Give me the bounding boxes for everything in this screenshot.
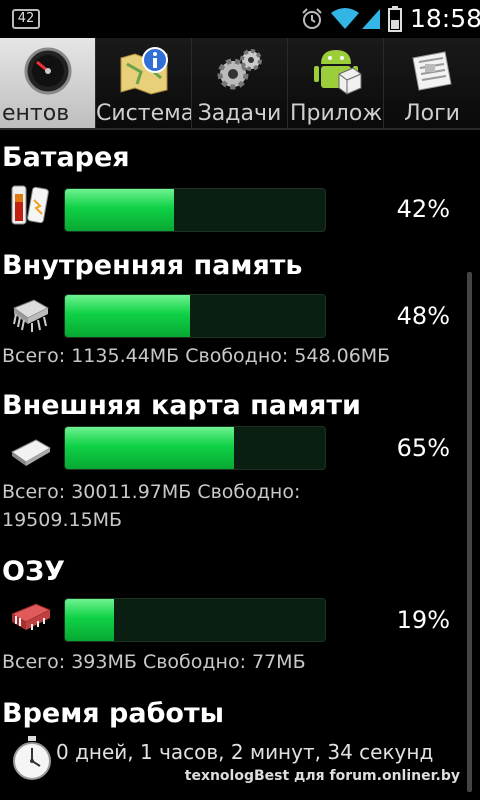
tab-label: Логи	[404, 101, 460, 126]
tab-label: ентов	[2, 101, 70, 126]
uptime-value: 0 дней, 1 часов, 2 минут, 34 секунд	[56, 740, 434, 764]
section-title: Внутренняя память	[2, 250, 303, 281]
external-card-bar	[64, 426, 326, 470]
signal-icon	[362, 9, 380, 29]
notification-badge[interactable]: 42	[12, 9, 40, 29]
ram-fill	[65, 599, 115, 641]
tab-tasks[interactable]: Задачи	[192, 38, 288, 128]
scrollbar[interactable]	[467, 272, 472, 792]
speedometer-icon	[24, 47, 71, 95]
ram-module-icon	[10, 603, 52, 630]
ram-percent: 19%	[396, 606, 450, 634]
android-icon	[313, 50, 361, 95]
tab-apps[interactable]: Прилож	[288, 38, 384, 128]
tab-system[interactable]: Система	[96, 38, 192, 128]
ram-bar	[64, 598, 326, 642]
internal-memory-section: Внутренняя память 48% Всего: 1135.44МБ С…	[0, 250, 472, 370]
ram-section: ОЗУ 19% Всего: 393МБ Свободно: 77МБ	[0, 556, 472, 676]
map-info-icon	[120, 47, 168, 95]
tab-label: Система	[96, 101, 192, 126]
tab-label: Задачи	[197, 101, 282, 126]
section-title: Батарея	[2, 142, 130, 173]
external-card-detail-line1: Всего: 30011.97МБ Свободно:	[2, 481, 301, 503]
clock: 18:58	[410, 4, 480, 33]
battery-level-bar	[64, 188, 326, 232]
tab-label: Прилож	[290, 101, 383, 126]
sd-card-icon	[11, 439, 51, 466]
battery-percent: 42%	[396, 195, 450, 223]
internal-memory-percent: 48%	[396, 302, 450, 330]
external-card-section: Внешняя карта памяти 65% Всего: 30011.97…	[0, 390, 472, 540]
section-title: ОЗУ	[2, 556, 65, 587]
external-card-detail-line2: 19509.15МБ	[2, 509, 123, 531]
external-card-fill	[65, 427, 234, 469]
battery-status-icon	[388, 6, 402, 32]
tab-components[interactable]: ентов	[0, 38, 96, 128]
alarm-icon	[302, 8, 322, 29]
tab-bar: ентов Система Задачи Прилож Логи	[0, 38, 480, 130]
newspaper-icon	[412, 51, 452, 91]
internal-memory-bar	[64, 294, 326, 338]
gears-icon	[217, 49, 262, 90]
status-bar: 42 18:58	[0, 0, 480, 38]
section-title: Внешняя карта памяти	[2, 390, 361, 421]
internal-memory-detail: Всего: 1135.44МБ Свободно: 548.06МБ	[2, 345, 391, 367]
wifi-icon	[331, 8, 359, 29]
watermark: texnologBest для forum.onliner.by	[184, 768, 460, 784]
chip-icon	[12, 299, 50, 332]
battery-level-fill	[65, 189, 175, 231]
components-content[interactable]: Батарея 42% Внутренняя память 48% Всего:…	[0, 132, 472, 800]
ram-detail: Всего: 393МБ Свободно: 77МБ	[2, 651, 306, 673]
battery-section: Батарея 42%	[0, 142, 472, 232]
tab-logs[interactable]: Логи	[384, 38, 480, 128]
stopwatch-icon	[13, 736, 51, 780]
section-title: Время работы	[2, 698, 225, 729]
battery-icon	[11, 185, 49, 225]
external-card-percent: 65%	[396, 434, 450, 462]
internal-memory-fill	[65, 295, 190, 337]
